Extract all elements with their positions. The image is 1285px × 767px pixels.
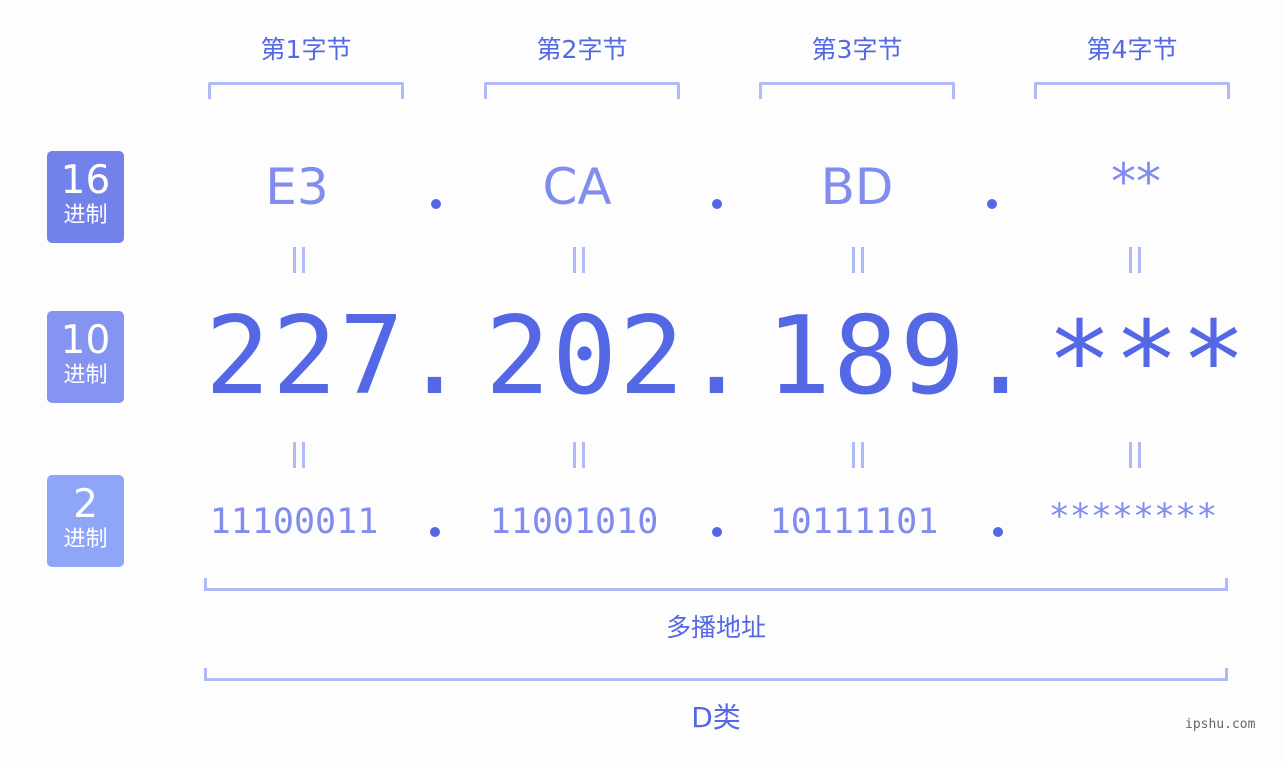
- byte-3-bracket: [759, 82, 955, 99]
- hex-badge-number: 16: [60, 158, 111, 203]
- dec-separator: .: [402, 294, 470, 419]
- hex-badge-label: 进制: [63, 203, 108, 228]
- byte-1-bracket: [208, 82, 404, 99]
- address-class-label: D类: [691, 701, 741, 734]
- dec-byte-3: 189: [766, 294, 968, 419]
- address-type-bracket: [204, 578, 1228, 591]
- bin-byte-2: 11001010: [489, 502, 659, 542]
- hex-byte-4: **: [1111, 153, 1161, 211]
- hex-separator-dot: [431, 199, 441, 209]
- bin-byte-1: 11100011: [209, 502, 379, 542]
- hex-badge: 16 进制: [47, 151, 124, 243]
- bin-byte-3: 10111101: [769, 502, 939, 542]
- hex-byte-1: E3: [265, 158, 329, 216]
- hex-byte-2: CA: [542, 158, 612, 216]
- equals-sign: [291, 442, 307, 468]
- byte-title-4: 第4字节: [1086, 35, 1178, 64]
- dec-separator: .: [968, 294, 1036, 419]
- dec-badge-label: 进制: [63, 363, 108, 388]
- equals-sign: [571, 247, 587, 273]
- bin-badge: 2 进制: [47, 475, 124, 567]
- bin-badge-label: 进制: [63, 527, 108, 552]
- bin-badge-number: 2: [73, 482, 98, 527]
- dec-badge-number: 10: [60, 318, 111, 363]
- equals-sign: [850, 442, 866, 468]
- equals-sign: [1127, 442, 1143, 468]
- dec-badge: 10 进制: [47, 311, 124, 403]
- bin-separator-dot: [712, 527, 722, 537]
- address-class-bracket: [204, 668, 1228, 681]
- dec-separator: .: [684, 294, 752, 419]
- equals-sign: [850, 247, 866, 273]
- bin-byte-4: ********: [1048, 497, 1218, 537]
- address-type-label: 多播地址: [665, 613, 766, 642]
- bin-separator-dot: [430, 527, 440, 537]
- hex-separator-dot: [712, 199, 722, 209]
- hex-separator-dot: [987, 199, 997, 209]
- watermark: ipshu.com: [1185, 717, 1256, 732]
- equals-sign: [1127, 247, 1143, 273]
- byte-4-bracket: [1034, 82, 1230, 99]
- byte-title-2: 第2字节: [536, 35, 628, 64]
- hex-byte-3: BD: [820, 158, 894, 216]
- dec-byte-4: ***: [1047, 299, 1249, 424]
- bin-separator-dot: [993, 527, 1003, 537]
- dec-byte-2: 202: [485, 294, 687, 419]
- byte-title-3: 第3字节: [811, 35, 903, 64]
- byte-title-1: 第1字节: [260, 35, 352, 64]
- equals-sign: [571, 442, 587, 468]
- byte-2-bracket: [484, 82, 680, 99]
- equals-sign: [291, 247, 307, 273]
- dec-byte-1: 227: [205, 294, 407, 419]
